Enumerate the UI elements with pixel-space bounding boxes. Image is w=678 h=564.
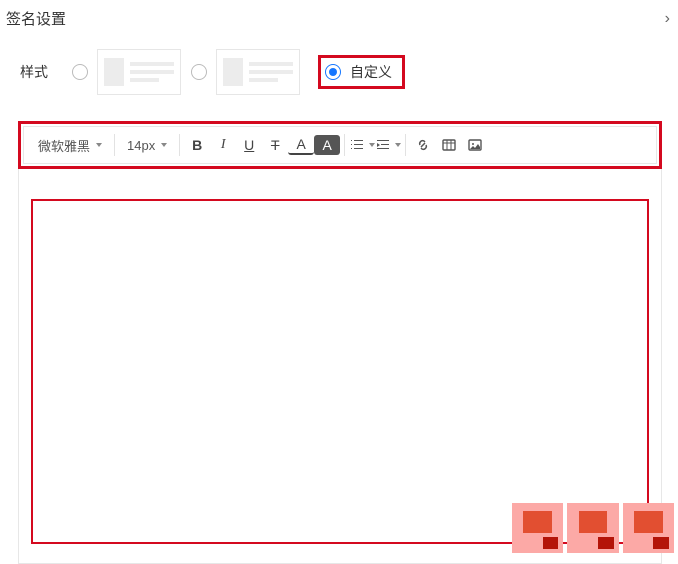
dialog-title: 签名设置 — [6, 8, 66, 29]
obscured-region — [508, 499, 678, 557]
indent-button[interactable] — [375, 131, 401, 159]
image-button[interactable] — [462, 131, 488, 159]
radio-icon-selected — [325, 64, 341, 80]
font-color-button[interactable]: A — [288, 135, 314, 155]
close-icon[interactable]: › — [663, 10, 672, 28]
font-size-value: 14px — [127, 138, 155, 153]
radio-icon — [72, 64, 88, 80]
toolbar-highlight: 微软雅黑 14px B I U T A A — [18, 121, 662, 169]
table-icon — [441, 137, 457, 153]
style-option-template-1[interactable] — [72, 49, 181, 95]
template-preview-2 — [216, 49, 300, 95]
strikethrough-button[interactable]: T — [262, 131, 288, 159]
underline-button[interactable]: U — [236, 131, 262, 159]
indent-icon — [375, 137, 391, 153]
style-option-custom[interactable]: 自定义 — [325, 62, 392, 82]
chevron-down-icon — [395, 143, 401, 147]
list-icon — [349, 137, 365, 153]
chevron-down-icon — [96, 143, 102, 147]
editor-toolbar: 微软雅黑 14px B I U T A A — [23, 126, 657, 164]
style-option-custom-label: 自定义 — [350, 62, 392, 82]
editor-canvas[interactable] — [31, 199, 649, 544]
link-icon — [415, 137, 431, 153]
italic-button[interactable]: I — [210, 131, 236, 159]
style-selection-row: 样式 自定义 — [0, 29, 678, 95]
template-preview-1 — [97, 49, 181, 95]
style-option-template-2[interactable] — [191, 49, 300, 95]
style-label: 样式 — [20, 62, 48, 82]
bold-button[interactable]: B — [184, 131, 210, 159]
font-family-dropdown[interactable]: 微软雅黑 — [30, 131, 110, 159]
link-button[interactable] — [410, 131, 436, 159]
image-icon — [467, 137, 483, 153]
style-option-custom-highlight: 自定义 — [318, 55, 405, 89]
list-button[interactable] — [349, 131, 375, 159]
background-color-button[interactable]: A — [314, 135, 340, 155]
table-button[interactable] — [436, 131, 462, 159]
chevron-down-icon — [161, 143, 167, 147]
radio-icon — [191, 64, 207, 80]
font-size-dropdown[interactable]: 14px — [119, 131, 175, 159]
font-family-value: 微软雅黑 — [38, 136, 90, 155]
